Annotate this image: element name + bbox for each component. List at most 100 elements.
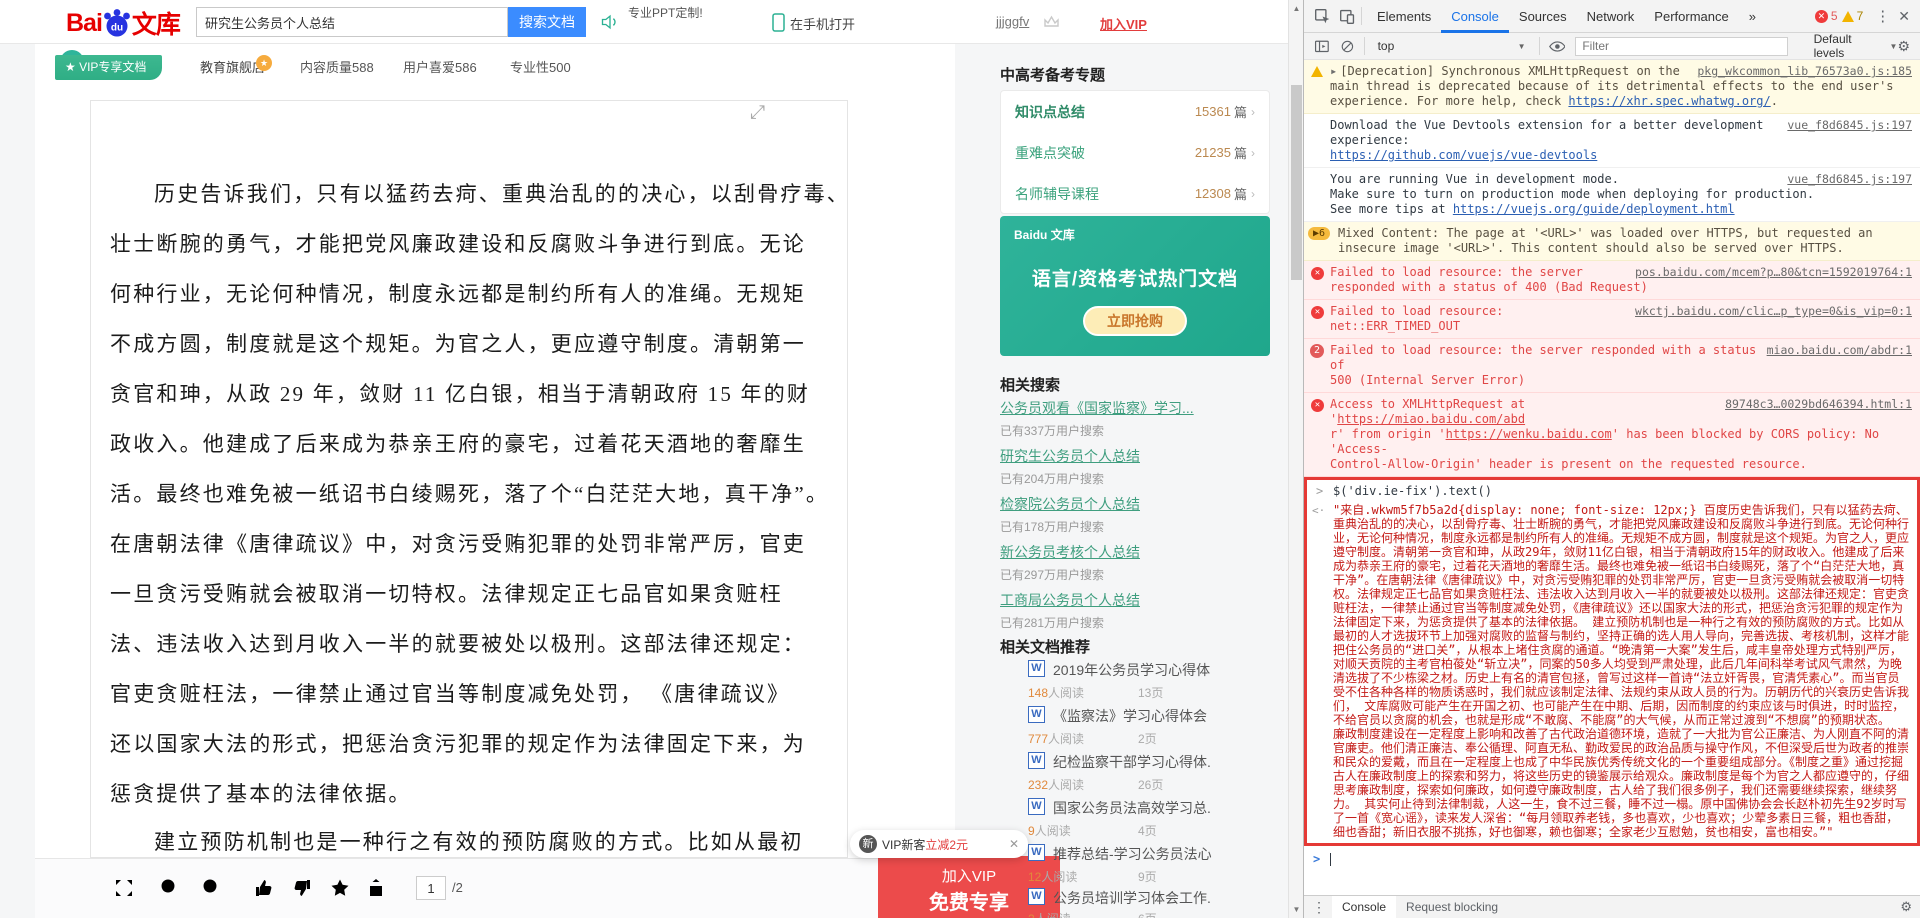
page-number-input[interactable] [416,876,446,900]
console-prompt[interactable]: > [1304,846,1920,870]
related-search-link[interactable]: 检察院公务员个人总结 [1000,496,1140,512]
devtools-menu-icon[interactable]: ⋮ [1875,7,1890,25]
search-box [196,7,508,37]
device-toolbar-icon[interactable] [1339,8,1356,25]
live-expression-eye-icon[interactable] [1549,40,1566,53]
clear-console-icon[interactable] [1340,39,1355,54]
doc-title-link[interactable]: 推荐总结-学习公务员法心 [1053,844,1212,864]
thumbs-up-icon[interactable] [252,876,276,900]
console-error-500: 2 miao.baidu.com/abdr:1Failed to load re… [1304,339,1920,393]
stat-user-likes: 用户喜爱586 [403,57,477,76]
source-link[interactable]: vue_f8d6845.js:197 [1787,172,1912,187]
doc-pages: 2页 [1138,730,1157,747]
error-badge-icon[interactable]: ✕ [1815,10,1828,23]
inspect-element-icon[interactable] [1314,8,1331,25]
share-icon[interactable] [364,876,388,900]
exam-item-knowledge[interactable]: 知识点总结 15361 篇 › [1001,91,1269,132]
message-text: experience. For more help, check [1330,94,1568,108]
join-vip-link[interactable]: 加入VIP [1100,14,1147,33]
related-search-link[interactable]: 研究生公务员个人总结 [1000,448,1140,464]
tab-network[interactable]: Network [1577,0,1645,33]
source-link[interactable]: vue_f8d6845.js:197 [1787,118,1912,133]
star-icon[interactable] [328,876,352,900]
related-search-item[interactable]: 检察院公务员个人总结 [1000,494,1140,514]
doc-title-link[interactable]: 纪检监察干部学习心得体. [1053,752,1211,772]
devtools-drawer-bar: ⋮ Console Request blocking ⚙ [1304,895,1920,918]
exam-item-unit: 篇 [1234,184,1247,203]
related-search-item[interactable]: 工商局公务员个人总结 [1000,590,1140,610]
related-search-link[interactable]: 工商局公务员个人总结 [1000,592,1140,608]
stat-professional: 专业性500 [510,57,571,76]
console-settings-gear-icon[interactable]: ⚙ [1897,38,1910,55]
ppt-promo-text[interactable]: 专业PPT定制! [628,4,703,21]
related-search-item[interactable]: 新公务员考核个人总结 [1000,542,1140,562]
doc-title-link[interactable]: 2019年公务员学习心得体 [1053,660,1210,680]
related-search-link[interactable]: 新公务员考核个人总结 [1000,544,1140,560]
search-input[interactable] [197,8,507,36]
stat-content-quality: 内容质量588 [300,57,374,76]
vip-badge-icon[interactable] [1043,15,1060,29]
drawer-tab-console[interactable]: Console [1332,896,1396,918]
chevron-down-icon: ▼ [1518,42,1526,51]
related-search-item[interactable]: 研究生公务员个人总结 [1000,446,1140,466]
search-button[interactable]: 搜索文档 [508,7,586,37]
drawer-settings-gear-icon[interactable]: ⚙ [1900,899,1912,915]
zoom-in-icon[interactable] [200,876,224,900]
log-levels-dropdown[interactable]: Default levels ▼ [1814,32,1898,60]
exam-item-difficult[interactable]: 重难点突破 21235 篇 › [1001,132,1269,173]
drawer-menu-icon[interactable]: ⋮ [1312,899,1326,916]
banner-buy-button[interactable]: 立即抢购 [1083,306,1187,336]
doc-title-link[interactable]: 公务员培训学习体会工作. [1053,888,1211,908]
related-search-item[interactable]: 公务员观看《国家监察》学习... [1000,398,1194,418]
fullscreen-expand-icon[interactable]: ⤢ [750,102,765,124]
message-url-link[interactable]: https://github.com/vuejs/vue-devtools [1330,148,1597,162]
console-filter-input[interactable] [1575,37,1787,56]
zoom-out-icon[interactable] [158,876,182,900]
error-count[interactable]: 5 [1831,9,1838,23]
scrollbar-thumb[interactable] [1291,85,1302,280]
tab-sources[interactable]: Sources [1509,0,1577,33]
message-url-link[interactable]: https://xhr.spec.whatwg.org/ [1568,94,1770,108]
error-circle-icon: ✕ [1311,306,1324,319]
related-search-link[interactable]: 公务员观看《国家监察》学习... [1000,400,1194,416]
doc-text-line: 官吏贪赃枉法，一律禁止通过官当等制度减免处罚， 《唐律疏议》 [110,678,832,728]
tab-performance[interactable]: Performance [1644,0,1738,33]
source-link[interactable]: wkctj.baidu.com/clic…p_type=0&is_vip=0:1 [1635,304,1912,319]
baidu-wenku-logo[interactable]: Bai du 文库 [66,5,180,41]
doc-title-link[interactable]: 《监察法》学习心得体会 [1053,706,1207,726]
context-selector[interactable]: top ▼ [1378,39,1526,53]
message-url-link[interactable]: https://vuejs.org/guide/deployment.html [1453,202,1735,216]
console-command[interactable]: > $('div.ie-fix').text() [1307,480,1917,501]
source-link[interactable]: pkg_wkcommon_lib_76573a0.js:185 [1697,64,1912,79]
drawer-tab-request-blocking[interactable]: Request blocking [1396,896,1508,918]
doc-text-line: 不成方圆，制度就是这个规矩。为官之人，更应遵守制度。清朝第一 [110,328,832,378]
shop-name[interactable]: 教育旗舰店 [200,57,265,76]
doc-text-line: 何种行业，无论何种情况，制度永远都是制约所有人的准绳。无规矩 [110,278,832,328]
page-scrollbar[interactable]: ▲ ▼ [1288,0,1303,918]
thumbs-down-icon[interactable] [290,876,314,900]
tab-console[interactable]: Console [1441,0,1509,33]
exam-item-courses[interactable]: 名师辅导课程 12308 篇 › [1001,173,1269,214]
devtools-close-icon[interactable]: ✕ [1898,8,1910,25]
expand-arrow-icon[interactable]: ▸ [1330,64,1337,78]
username-link[interactable]: jjjggfv [996,14,1029,29]
repeat-count-badge[interactable]: ▶6 [1308,227,1330,240]
open-on-phone-link[interactable]: 在手机打开 [790,14,855,33]
more-tabs-chevron[interactable]: » [1739,0,1766,33]
promo-banner[interactable]: Baidu 文库 语言/资格考试热门文档 立即抢购 [1000,216,1270,356]
doc-pages: 4页 [1138,822,1157,839]
scrollbar-down-arrow[interactable]: ▼ [1289,905,1304,914]
source-link[interactable]: miao.baidu.com/abdr:1 [1767,343,1912,358]
source-link[interactable]: 89748c3…0029bd646394.html:1 [1725,397,1912,412]
message-url-link[interactable]: https://wenku.baidu.com [1446,427,1612,441]
scrollbar-up-arrow[interactable]: ▲ [1289,4,1304,13]
warning-count[interactable]: 7 [1857,9,1864,23]
console-sidebar-icon[interactable] [1314,38,1330,54]
fullscreen-icon[interactable] [112,876,136,900]
source-link[interactable]: pos.baidu.com/mcem?p…80&tcn=1592019764:1 [1635,265,1912,280]
message-url-link[interactable]: https://miao.baidu.com/abd [1337,412,1525,426]
doc-title-link[interactable]: 国家公务员法高效学习总. [1053,798,1211,818]
levels-value: Default levels [1814,32,1885,60]
tab-elements[interactable]: Elements [1367,0,1441,33]
warning-badge-icon[interactable] [1842,11,1854,22]
